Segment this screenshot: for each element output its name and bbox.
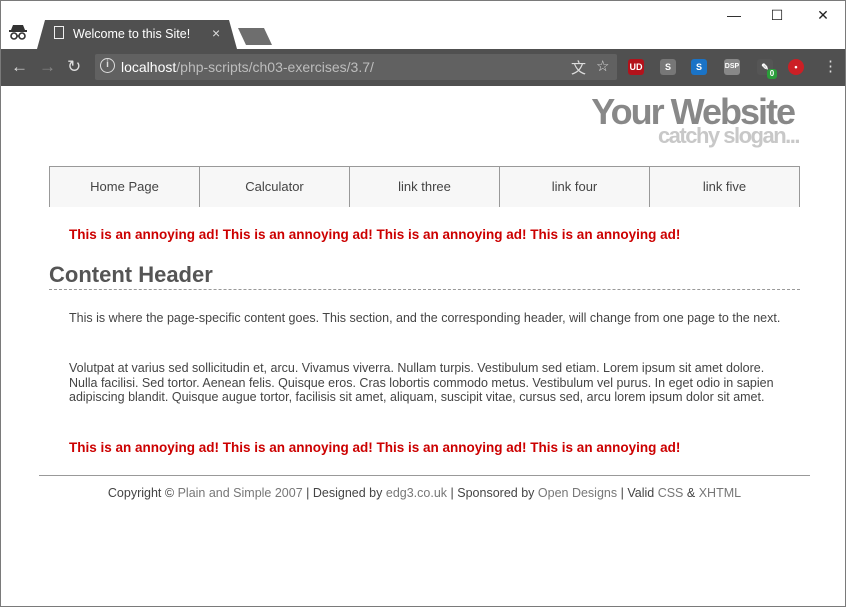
url-path: /php-scripts/ch03-exercises/3.7/ [176,59,374,75]
minimize-button[interactable]: — [724,7,744,23]
url-text[interactable]: localhost/php-scripts/ch03-exercises/3.7… [121,59,374,75]
content-paragraph-1: This is where the page-specific content … [69,311,781,325]
main-nav: Home Page Calculator link three link fou… [49,166,800,207]
nav-link-five[interactable]: link five [650,167,799,207]
page-icon [54,26,64,39]
footer-separator: | [306,486,310,500]
footer-designer-link[interactable]: edg3.co.uk [386,486,447,500]
footer-sponsored-by: Sponsored by [457,486,535,500]
top-ad: This is an annoying ad! This is an annoy… [69,227,681,242]
new-tab-button[interactable] [238,28,272,45]
footer-ampersand: & [686,486,696,500]
close-window-button[interactable]: ✕ [813,7,833,24]
menu-icon[interactable]: ⋮ [823,57,838,75]
forward-button[interactable]: → [39,57,56,77]
incognito-icon [9,25,27,40]
maximize-button[interactable]: ☐ [767,7,787,24]
url-host: localhost [121,59,177,75]
content-paragraph-2: Volutpat at varius sed sollicitudin et, … [69,361,774,404]
lastpass-icon[interactable]: • [788,59,804,75]
site-slogan: catchy slogan... [657,123,801,148]
browser-window: Welcome to this Site! × — ☐ ✕ ← → ↻ i lo… [0,0,846,607]
footer-css-link[interactable]: CSS [658,486,684,500]
reload-button[interactable]: ↻ [67,57,81,77]
s-blue-extension-icon[interactable]: S [691,59,707,75]
dsp-extension-icon[interactable]: DSP [724,59,740,75]
footer-sponsor-link[interactable]: Open Designs [538,486,617,500]
wappalyzer-badge: 0 [767,69,777,79]
footer-copyright: Copyright © [107,486,175,500]
footer: Copyright © Plain and Simple 2007 | Desi… [39,475,810,500]
footer-separator: | [620,486,624,500]
translate-icon[interactable]: 文 [571,57,586,78]
footer-designed-by: Designed by [312,486,383,500]
bottom-ad: This is an annoying ad! This is an annoy… [69,440,681,455]
nav-calculator[interactable]: Calculator [200,167,350,207]
back-button[interactable]: ← [11,57,28,77]
star-icon[interactable]: ☆ [596,57,609,75]
info-icon[interactable]: i [100,58,115,73]
footer-xhtml-link[interactable]: XHTML [699,486,741,500]
tab-title: Welcome to this Site! [73,27,191,41]
content-header: Content Header [49,262,800,290]
footer-separator: | [450,486,454,500]
nav-home-page[interactable]: Home Page [50,167,200,207]
s-extension-icon[interactable]: S [660,59,676,75]
tab-close-icon[interactable]: × [212,25,220,41]
footer-valid: Valid [627,486,655,500]
footer-plain-simple-link[interactable]: Plain and Simple 2007 [178,486,303,500]
title-bar: Welcome to this Site! × — ☐ ✕ [1,1,845,49]
nav-link-three[interactable]: link three [350,167,500,207]
ublock-icon[interactable]: UD [628,59,644,75]
nav-link-four[interactable]: link four [500,167,650,207]
